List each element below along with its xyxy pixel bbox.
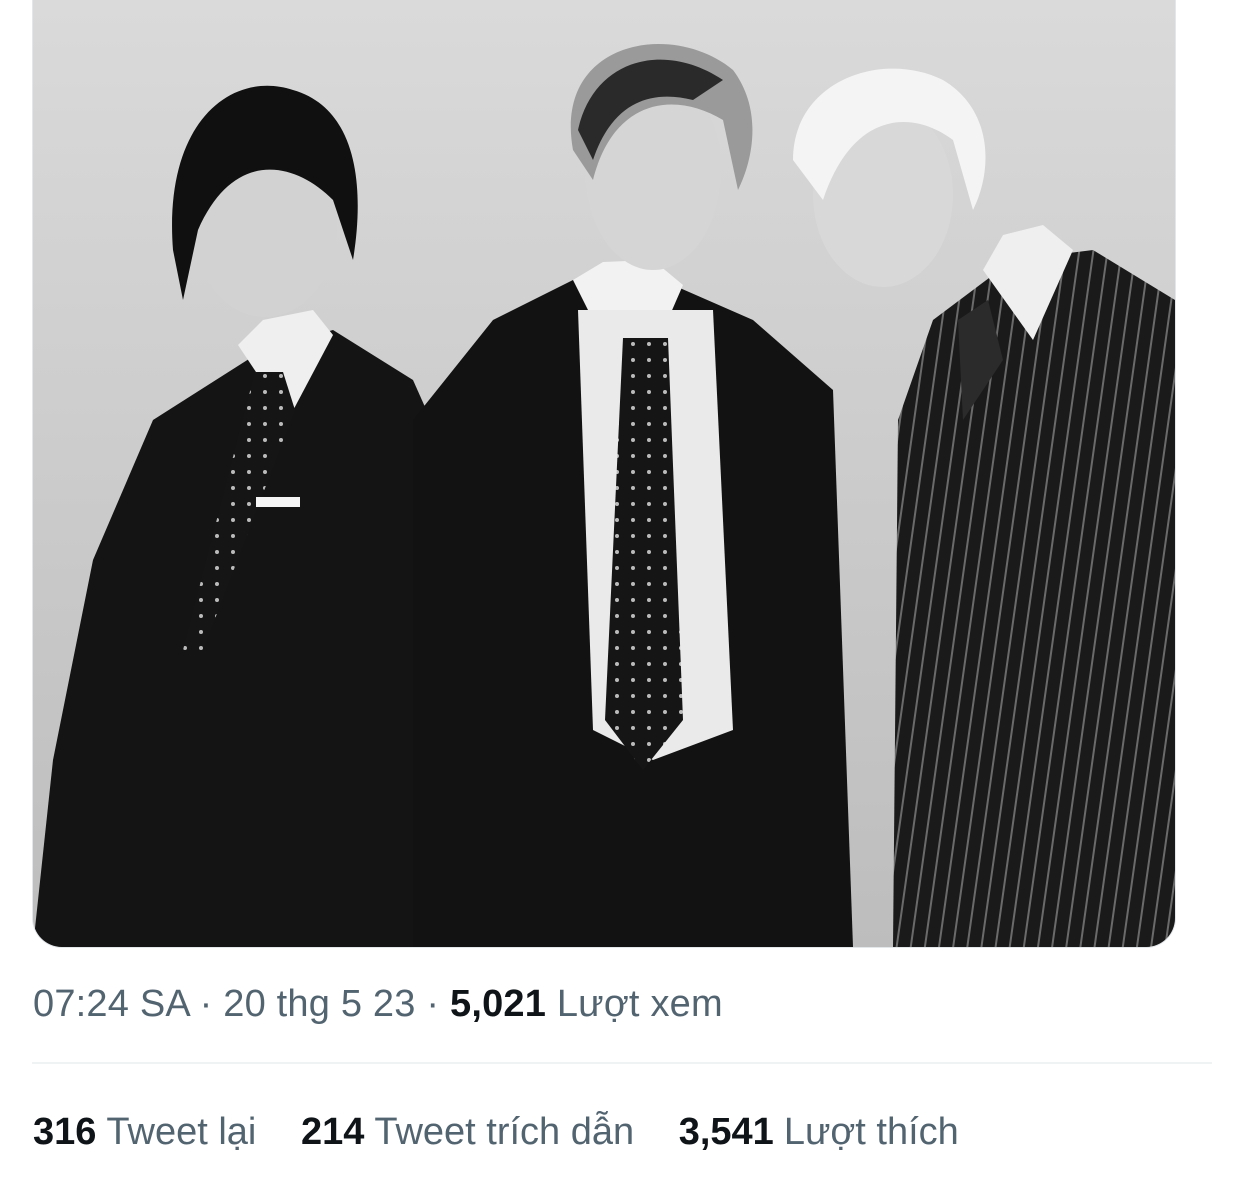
retweets-label: Tweet lại — [106, 1111, 257, 1153]
views-label: Lượt xem — [556, 983, 723, 1025]
likes-label: Lượt thích — [783, 1111, 959, 1153]
tweet-photo[interactable] — [32, 0, 1176, 948]
quote-tweets-count: 214 — [300, 1111, 365, 1153]
retweets-stat[interactable]: 316 Tweet lại — [33, 1106, 256, 1158]
meta-separator: · — [188, 983, 224, 1025]
divider — [32, 1062, 1212, 1064]
tweet-time[interactable]: 07:24 SA — [33, 983, 189, 1025]
tweet-date[interactable]: 20 thg 5 23 — [223, 983, 415, 1025]
quote-tweets-label: Tweet trích dẫn — [374, 1111, 635, 1153]
views-count: 5,021 — [449, 983, 547, 1025]
tweet-meta: 07:24 SA · 20 thg 5 23 · 5,021 Lượt xem — [33, 978, 723, 1030]
quote-tweets-stat[interactable]: 214 Tweet trích dẫn — [301, 1106, 634, 1158]
retweets-count: 316 — [33, 1111, 97, 1153]
likes-count: 3,541 — [678, 1111, 774, 1153]
photo-icon — [33, 0, 1175, 947]
likes-stat[interactable]: 3,541 Lượt thích — [679, 1106, 959, 1158]
tweet-stats: 316 Tweet lại 214 Tweet trích dẫn 3,541 Lượ… — [33, 1106, 993, 1158]
meta-separator: · — [415, 983, 450, 1025]
